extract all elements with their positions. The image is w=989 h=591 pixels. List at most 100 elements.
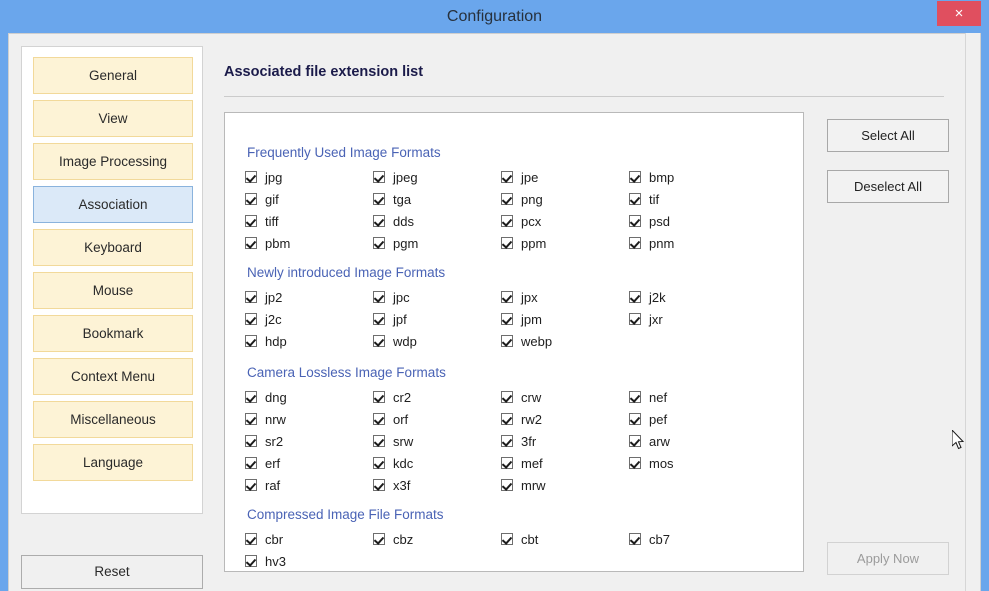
checkbox-label: mef [521, 454, 543, 473]
checkbox-label: pbm [265, 234, 290, 253]
sidebar-item-association[interactable]: Association [33, 186, 193, 223]
checkbox-label: ppm [521, 234, 546, 253]
checkmark-icon [373, 335, 385, 347]
checkmark-icon [373, 479, 385, 491]
checkmark-icon [373, 435, 385, 447]
close-icon[interactable]: × [937, 1, 981, 26]
checkbox-label: bmp [649, 168, 674, 187]
checkbox-label: mrw [521, 476, 546, 495]
checkbox-label: cb7 [649, 530, 670, 549]
checkmark-icon [629, 457, 641, 469]
checkmark-icon [629, 313, 641, 325]
checkbox-label: jpeg [393, 168, 418, 187]
page-title: Associated file extension list [224, 64, 423, 80]
checkbox-label: orf [393, 410, 408, 429]
checkmark-icon [629, 171, 641, 183]
checkbox-label: dds [393, 212, 414, 231]
deselect-all-button[interactable]: Deselect All [827, 170, 949, 203]
checkbox-label: nrw [265, 410, 286, 429]
checkbox-label: jpf [393, 310, 407, 329]
checkbox-label: mos [649, 454, 674, 473]
sidebar-item-language[interactable]: Language [33, 444, 193, 481]
checkbox-label: pgm [393, 234, 418, 253]
checkmark-icon [501, 457, 513, 469]
sidebar-item-general[interactable]: General [33, 57, 193, 94]
checkbox-label: tif [649, 190, 659, 209]
extension-list-box: Frequently Used Image Formatsjpgjpegjpeb… [224, 112, 804, 572]
checkbox-label: erf [265, 454, 280, 473]
checkbox-label: j2c [265, 310, 282, 329]
checkbox-label: crw [521, 388, 541, 407]
configuration-window: Configuration × General View Image Process… [0, 0, 989, 591]
sidebar-nav-list: General View Image Processing Association Ke… [33, 57, 193, 487]
checkmark-icon [629, 533, 641, 545]
checkbox-row: hv3 [245, 552, 805, 574]
checkbox-label: webp [521, 332, 552, 351]
checkmark-icon [373, 171, 385, 183]
checkmark-icon [629, 215, 641, 227]
sidebar-item-bookmark[interactable]: Bookmark [33, 315, 193, 352]
window-title: Configuration [0, 0, 989, 33]
sidebar-item-context-menu[interactable]: Context Menu [33, 358, 193, 395]
sidebar-panel: General View Image Processing Association Ke… [21, 46, 203, 514]
checkmark-icon [245, 171, 257, 183]
group-title: Camera Lossless Image Formats [247, 365, 454, 380]
checkmark-icon [245, 435, 257, 447]
reset-button[interactable]: Reset [21, 555, 203, 589]
checkbox-label: hv3 [265, 552, 286, 571]
checkmark-icon [373, 533, 385, 545]
checkmark-icon [373, 457, 385, 469]
group-title: Frequently Used Image Formats [247, 145, 449, 160]
checkbox-label: cbt [521, 530, 538, 549]
checkmark-icon [501, 533, 513, 545]
checkmark-icon [629, 237, 641, 249]
checkmark-icon [629, 291, 641, 303]
title-bar: Configuration × [0, 0, 989, 33]
checkmark-icon [245, 291, 257, 303]
heading-divider [224, 96, 944, 97]
checkbox-label: gif [265, 190, 279, 209]
checkbox-label: jp2 [265, 288, 282, 307]
checkmark-icon [373, 413, 385, 425]
checkbox-label: jpx [521, 288, 538, 307]
sidebar-item-view[interactable]: View [33, 100, 193, 137]
checkbox-row: erfkdcmefmos [245, 454, 805, 476]
group-title: Compressed Image File Formats [247, 507, 452, 522]
sidebar-item-image-processing[interactable]: Image Processing [33, 143, 193, 180]
checkbox-label: cbr [265, 530, 283, 549]
extension-group: Newly introduced Image Formats jp2jpcjpxj… [225, 265, 805, 354]
checkmark-icon [245, 193, 257, 205]
checkmark-icon [501, 237, 513, 249]
checkmark-icon [501, 171, 513, 183]
checkbox-label: tiff [265, 212, 279, 231]
checkmark-icon [373, 313, 385, 325]
checkbox-label: cbz [393, 530, 413, 549]
checkbox-label: rw2 [521, 410, 542, 429]
checkbox-grid: jpgjpegjpebmpgiftgapngtiftiffddspcxpsdpb… [245, 168, 805, 256]
checkbox-grid: jp2jpcjpxj2kj2cjpfjpmjxrhdpwdpwebp [245, 288, 805, 354]
checkbox-label: hdp [265, 332, 287, 351]
checkmark-icon [373, 391, 385, 403]
extension-group: Camera Lossless Image Formats dngcr2crwne… [225, 365, 805, 498]
checkbox-row: giftgapngtif [245, 190, 805, 212]
sidebar-item-keyboard[interactable]: Keyboard [33, 229, 193, 266]
checkbox-row: sr2srw3frarw [245, 432, 805, 454]
sidebar-item-mouse[interactable]: Mouse [33, 272, 193, 309]
checkbox-row: nrworfrw2pef [245, 410, 805, 432]
window-right-strip [965, 33, 981, 591]
checkbox-label: jpe [521, 168, 538, 187]
checkbox-row: dngcr2crwnef [245, 388, 805, 410]
sidebar-item-miscellaneous[interactable]: Miscellaneous [33, 401, 193, 438]
checkbox-row: jp2jpcjpxj2k [245, 288, 805, 310]
checkbox-label: pnm [649, 234, 674, 253]
checkbox-label: pcx [521, 212, 541, 231]
checkmark-icon [629, 193, 641, 205]
group-header: Compressed Image File Formats [247, 507, 805, 527]
group-header: Newly introduced Image Formats [247, 265, 805, 285]
checkbox-label: dng [265, 388, 287, 407]
checkmark-icon [373, 193, 385, 205]
select-all-button[interactable]: Select All [827, 119, 949, 152]
checkbox-row: j2cjpfjpmjxr [245, 310, 805, 332]
checkmark-icon [501, 335, 513, 347]
extension-group: Frequently Used Image Formatsjpgjpegjpeb… [225, 145, 805, 256]
